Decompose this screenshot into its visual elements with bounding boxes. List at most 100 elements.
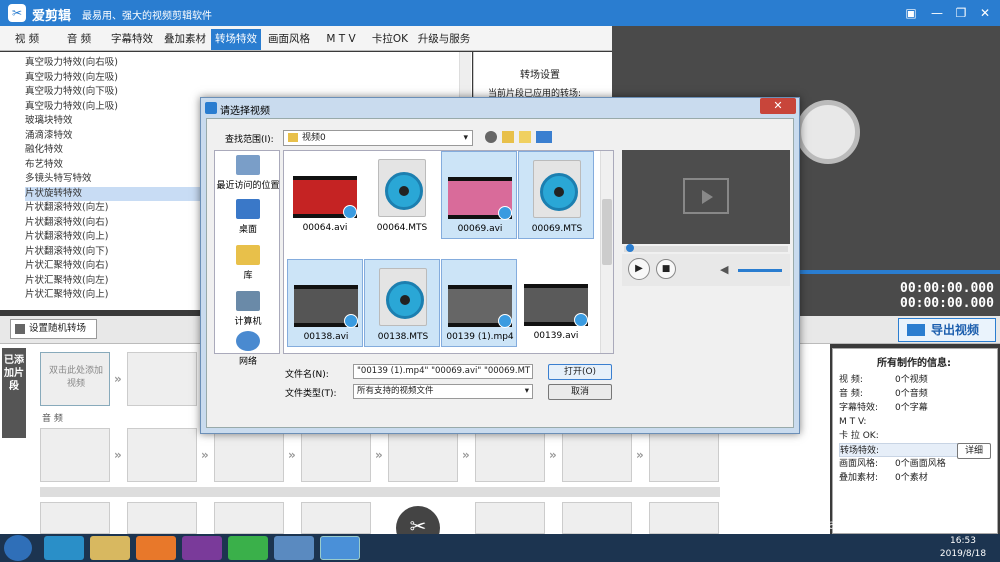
transition-arrow-icon: » bbox=[114, 372, 122, 386]
audio-slot[interactable] bbox=[388, 428, 458, 482]
library-icon bbox=[236, 245, 260, 265]
place-computer[interactable]: 计算机 bbox=[215, 291, 281, 327]
tab-transition-effects[interactable]: 转场特效 bbox=[211, 29, 261, 50]
back-icon[interactable] bbox=[485, 131, 497, 143]
tab-overlay[interactable]: 叠加素材 bbox=[160, 29, 210, 50]
clip-slot[interactable] bbox=[40, 502, 110, 534]
file-item-selected[interactable]: 00138.avi bbox=[287, 259, 363, 347]
file-item[interactable]: 00064.avi bbox=[287, 151, 363, 239]
transition-arrow-icon: » bbox=[288, 448, 296, 462]
skin-icon[interactable]: ▣ bbox=[900, 3, 922, 23]
volume-slider[interactable] bbox=[738, 269, 782, 272]
effect-item[interactable]: 真空吸力特效(向右吸) bbox=[25, 56, 455, 71]
current-timecode: 00:00:00.000 bbox=[900, 281, 994, 296]
place-recent[interactable]: 最近访问的位置 bbox=[215, 155, 281, 191]
audio-slot[interactable] bbox=[214, 428, 284, 482]
audio-slot[interactable] bbox=[562, 428, 632, 482]
audio-slot[interactable] bbox=[40, 428, 110, 482]
transition-arrow-icon: » bbox=[549, 448, 557, 462]
filename-input[interactable]: "00139 (1).mp4" "00069.avi" "00069.MT bbox=[353, 364, 533, 379]
file-item[interactable]: 00064.MTS bbox=[364, 151, 440, 239]
dialog-close-icon[interactable]: ✕ bbox=[760, 98, 796, 114]
taskbar-window-icon[interactable] bbox=[274, 536, 314, 560]
file-list-scrollbar[interactable] bbox=[600, 151, 613, 353]
video-badge-icon bbox=[574, 313, 588, 327]
tab-mtv[interactable]: M T V bbox=[318, 29, 364, 50]
transition-arrow-icon: » bbox=[462, 448, 470, 462]
place-desktop[interactable]: 桌面 bbox=[215, 199, 281, 235]
file-item-selected[interactable]: 00069.MTS bbox=[518, 151, 594, 239]
stop-icon[interactable]: ■ bbox=[656, 259, 676, 279]
add-clip-hint: 双击此处添加视频 bbox=[49, 366, 104, 389]
taskbar-explorer-icon[interactable] bbox=[90, 536, 130, 560]
dialog-app-icon bbox=[205, 102, 217, 114]
info-row: 字幕特效: 0个字幕 bbox=[839, 403, 928, 413]
desktop-icon bbox=[236, 199, 260, 219]
close-icon[interactable]: ✕ bbox=[974, 3, 996, 23]
file-item-selected[interactable]: 00139 (1).mp4 bbox=[441, 259, 517, 347]
clip-slot[interactable] bbox=[649, 502, 719, 534]
taskbar-firefox-icon[interactable] bbox=[136, 536, 176, 560]
clip-slot[interactable] bbox=[562, 502, 632, 534]
add-clip-slot[interactable]: 双击此处添加视频 bbox=[40, 352, 110, 406]
chevron-down-icon: ▾ bbox=[524, 386, 529, 396]
place-library[interactable]: 库 bbox=[215, 245, 281, 281]
detail-button[interactable]: 详细 bbox=[957, 443, 991, 459]
info-row: 视 频: 0个视频 bbox=[839, 375, 928, 385]
filetype-label: 文件类型(T): bbox=[285, 389, 337, 399]
taskbar-app-icon[interactable] bbox=[44, 536, 84, 560]
up-folder-icon[interactable] bbox=[502, 131, 514, 143]
preview-seek-bar[interactable] bbox=[624, 244, 788, 252]
cancel-button[interactable]: 取消 bbox=[548, 384, 612, 400]
tab-upgrade[interactable]: 升级与服务 bbox=[416, 29, 472, 50]
taskbar-media-icon[interactable] bbox=[182, 536, 222, 560]
transition-arrow-icon: » bbox=[636, 448, 644, 462]
volume-icon[interactable]: ◀ bbox=[720, 263, 728, 276]
network-icon bbox=[236, 331, 260, 351]
file-item-selected[interactable]: 00138.MTS bbox=[364, 259, 440, 347]
file-item[interactable]: 00139.avi bbox=[518, 259, 594, 347]
info-row: M T V: bbox=[839, 417, 867, 427]
clip-slot[interactable] bbox=[127, 352, 197, 406]
effect-item[interactable]: 真空吸力特效(向左吸) bbox=[25, 71, 455, 86]
filetype-dropdown[interactable]: 所有支持的视频文件 ▾ bbox=[353, 384, 533, 399]
lookin-dropdown[interactable]: 视频0 ▾ bbox=[283, 130, 473, 146]
computer-icon bbox=[236, 291, 260, 311]
minimize-icon[interactable]: — bbox=[926, 3, 948, 23]
new-folder-icon[interactable] bbox=[519, 131, 531, 143]
tab-picture-style[interactable]: 画面风格 bbox=[264, 29, 314, 50]
taskbar-clock[interactable]: 16:53 2019/8/18 bbox=[930, 534, 996, 562]
clip-slot[interactable] bbox=[475, 502, 545, 534]
file-item-selected[interactable]: 00069.avi bbox=[441, 151, 517, 239]
audio-slot[interactable] bbox=[301, 428, 371, 482]
timeline-scrollbar[interactable] bbox=[40, 487, 720, 497]
clip-slot[interactable] bbox=[214, 502, 284, 534]
scroll-thumb[interactable] bbox=[602, 199, 612, 265]
app-name: 爱剪辑 bbox=[32, 9, 72, 24]
tab-karaoke[interactable]: 卡拉OK bbox=[367, 29, 413, 50]
audio-slot[interactable] bbox=[475, 428, 545, 482]
tab-video[interactable]: 视 频 bbox=[4, 29, 50, 50]
restore-icon[interactable]: ❐ bbox=[950, 3, 972, 23]
seek-thumb[interactable] bbox=[626, 244, 634, 252]
random-transition-button[interactable]: 设置随机转场 bbox=[10, 319, 97, 339]
folder-icon bbox=[288, 133, 298, 142]
open-button[interactable]: 打开(O) bbox=[548, 364, 612, 380]
taskbar-refresh-icon[interactable] bbox=[228, 536, 268, 560]
audio-track-label: 音 频 bbox=[42, 414, 63, 424]
export-video-button[interactable]: 导出视频 bbox=[898, 318, 996, 342]
start-button-icon[interactable] bbox=[4, 535, 32, 561]
audio-slot[interactable] bbox=[649, 428, 719, 482]
play-icon[interactable]: ▶ bbox=[628, 258, 650, 280]
export-icon bbox=[907, 324, 925, 336]
audio-slot[interactable] bbox=[127, 428, 197, 482]
tab-audio[interactable]: 音 频 bbox=[54, 29, 104, 50]
taskbar-editor-icon[interactable] bbox=[320, 536, 360, 560]
random-icon bbox=[15, 324, 25, 334]
tab-subtitle-effects[interactable]: 字幕特效 bbox=[107, 29, 157, 50]
clip-slot[interactable] bbox=[127, 502, 197, 534]
clip-slot[interactable] bbox=[301, 502, 371, 534]
place-network[interactable]: 网络 bbox=[215, 331, 281, 367]
view-menu-icon[interactable] bbox=[536, 131, 552, 143]
added-clips-tab[interactable]: 已添加片段 bbox=[2, 348, 26, 438]
